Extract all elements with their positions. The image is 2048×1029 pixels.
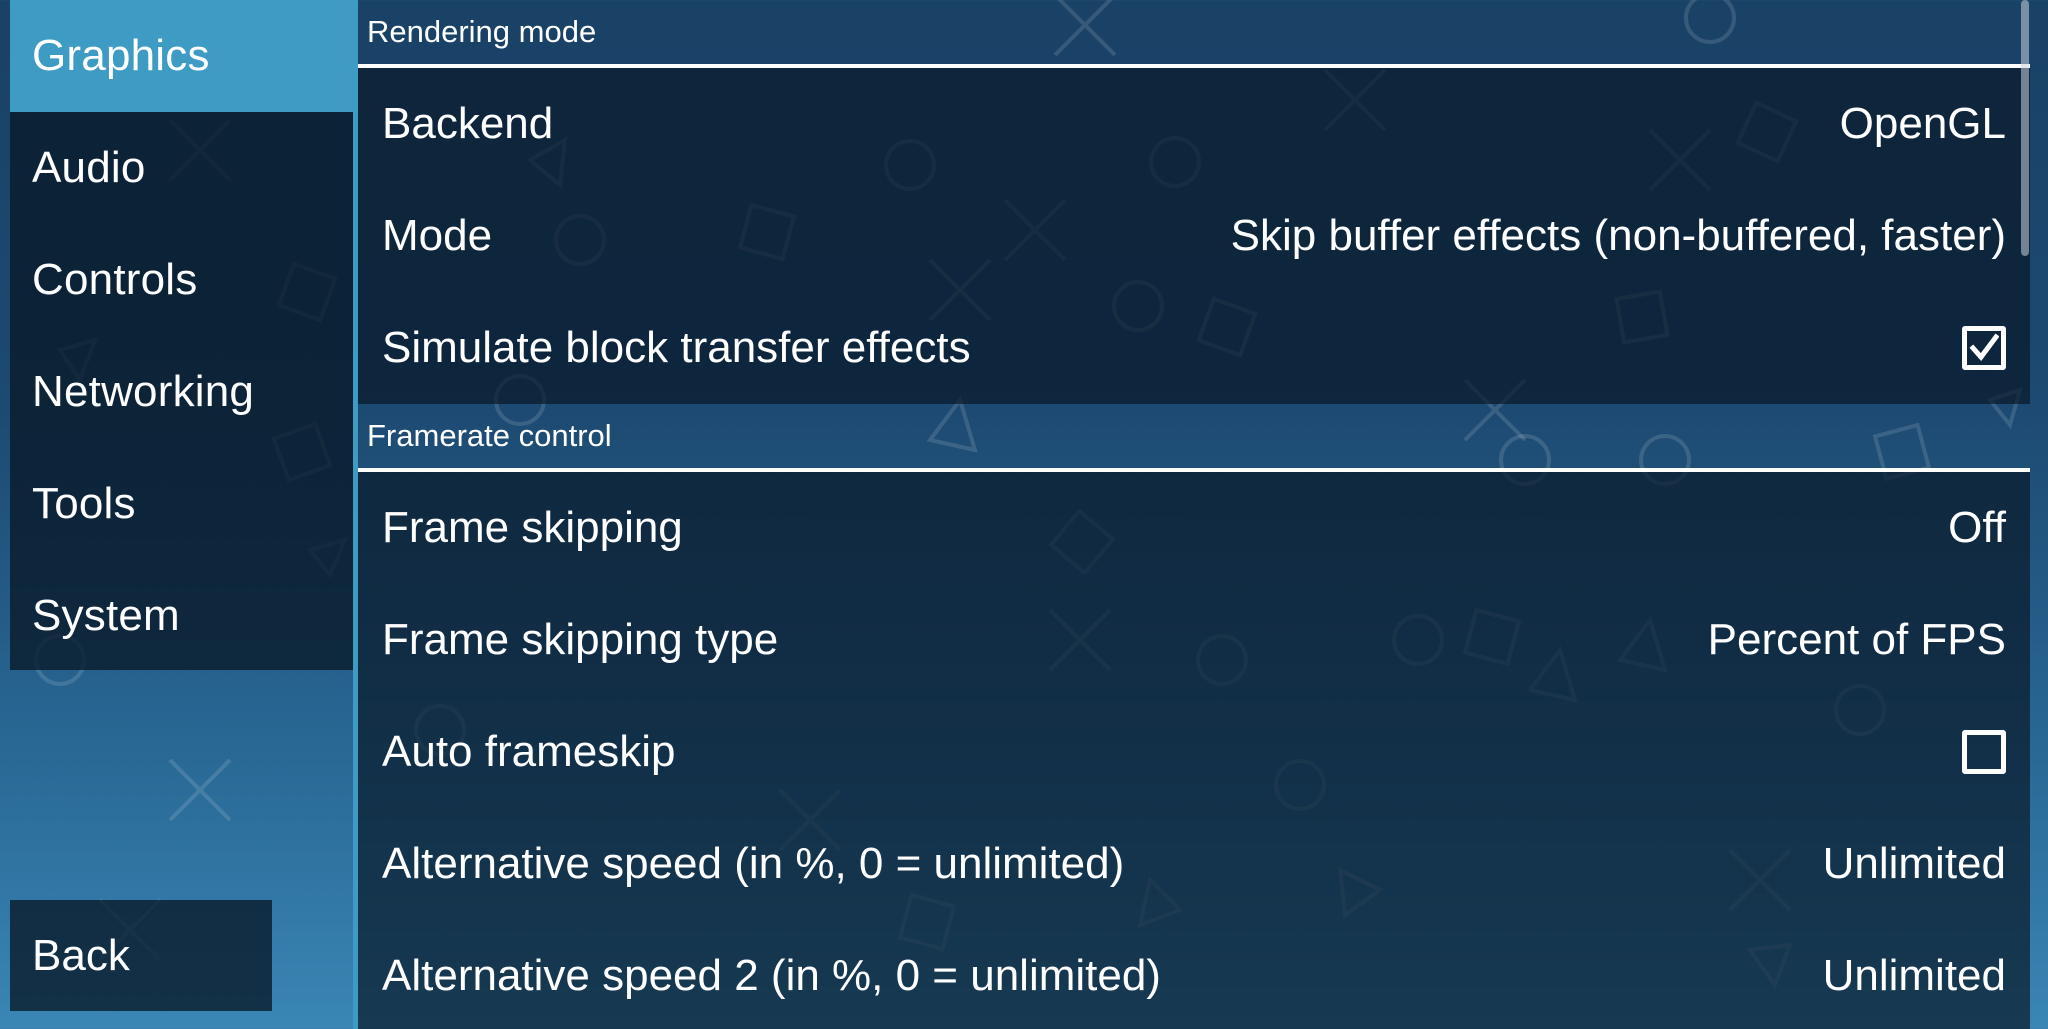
tab-graphics-label: Graphics — [32, 31, 210, 80]
setting-value-mode: Skip buffer effects (non-buffered, faste… — [1230, 211, 2006, 260]
tab-networking-label: Networking — [32, 367, 255, 416]
tab-controls-label: Controls — [32, 255, 198, 304]
settings-scrollbar[interactable] — [2021, 0, 2029, 256]
framerate-control-settings: Frame skipping Off Frame skipping type P… — [358, 472, 2030, 1029]
setting-label-mode: Mode — [382, 211, 493, 260]
section-title-rendering-mode: Rendering mode — [367, 14, 597, 49]
setting-value-alternative-speed: Unlimited — [1822, 839, 2006, 888]
checkmark-icon — [1969, 333, 1999, 361]
setting-value-backend: OpenGL — [1839, 99, 2006, 148]
setting-value-alternative-speed-2: Unlimited — [1822, 951, 2006, 1000]
setting-label-simulate-block-transfer: Simulate block transfer effects — [382, 323, 971, 372]
section-header-framerate-control: Framerate control — [358, 404, 2030, 472]
tab-tools[interactable]: Tools — [10, 448, 353, 560]
section-header-rendering-mode: Rendering mode — [358, 0, 2030, 68]
setting-label-frame-skipping-type: Frame skipping type — [382, 615, 779, 664]
back-button-label: Back — [32, 930, 130, 980]
setting-label-alternative-speed: Alternative speed (in %, 0 = unlimited) — [382, 839, 1125, 888]
setting-row-mode[interactable]: Mode Skip buffer effects (non-buffered, … — [358, 180, 2030, 292]
setting-row-auto-frameskip[interactable]: Auto frameskip — [358, 696, 2030, 808]
setting-row-frame-skipping[interactable]: Frame skipping Off — [358, 472, 2030, 584]
setting-row-backend[interactable]: Backend OpenGL — [358, 68, 2030, 180]
setting-label-frame-skipping: Frame skipping — [382, 503, 683, 552]
tab-networking[interactable]: Networking — [10, 336, 353, 448]
setting-value-frame-skipping-type: Percent of FPS — [1707, 615, 2006, 664]
tab-graphics[interactable]: Graphics — [10, 0, 353, 112]
back-button[interactable]: Back — [10, 900, 272, 1011]
tab-audio[interactable]: Audio — [10, 112, 353, 224]
settings-category-sidebar: Graphics Audio Controls Networking Tools… — [10, 0, 353, 670]
checkbox-checked-icon[interactable] — [1962, 326, 2006, 370]
tab-system[interactable]: System — [10, 560, 353, 672]
setting-row-simulate-block-transfer[interactable]: Simulate block transfer effects — [358, 292, 2030, 404]
setting-row-frame-skipping-type[interactable]: Frame skipping type Percent of FPS — [358, 584, 2030, 696]
tab-tools-label: Tools — [32, 479, 136, 528]
setting-label-backend: Backend — [382, 99, 554, 148]
tab-audio-label: Audio — [32, 143, 146, 192]
tab-controls[interactable]: Controls — [10, 224, 353, 336]
setting-row-alternative-speed[interactable]: Alternative speed (in %, 0 = unlimited) … — [358, 808, 2030, 920]
setting-label-alternative-speed-2: Alternative speed 2 (in %, 0 = unlimited… — [382, 951, 1161, 1000]
tab-system-label: System — [32, 591, 180, 640]
rendering-mode-settings: Backend OpenGL Mode Skip buffer effects … — [358, 68, 2030, 404]
setting-row-alternative-speed-2[interactable]: Alternative speed 2 (in %, 0 = unlimited… — [358, 920, 2030, 1029]
graphics-settings-panel: Rendering mode Backend OpenGL Mode Skip … — [358, 0, 2030, 1029]
setting-label-auto-frameskip: Auto frameskip — [382, 727, 676, 776]
checkbox-unchecked-icon[interactable] — [1962, 730, 2006, 774]
setting-value-frame-skipping: Off — [1948, 503, 2006, 552]
section-title-framerate-control: Framerate control — [367, 418, 612, 453]
